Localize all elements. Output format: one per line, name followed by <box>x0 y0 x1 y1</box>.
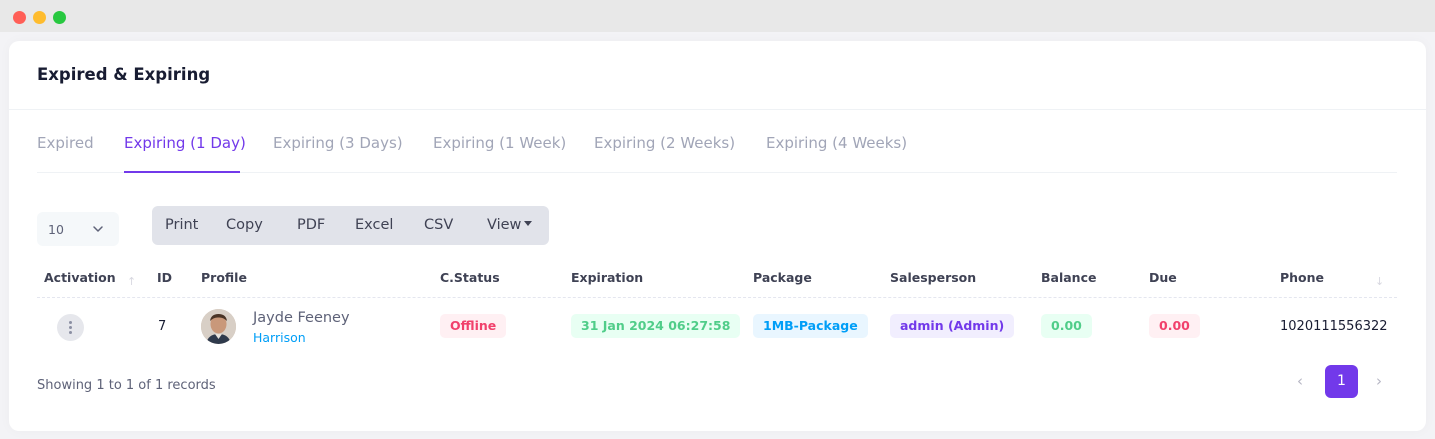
due-badge: 0.00 <box>1149 314 1200 338</box>
avatar <box>201 309 236 344</box>
page-1-button[interactable]: 1 <box>1325 365 1358 398</box>
phone-number: 1020111556322 <box>1280 319 1388 334</box>
table-header-divider <box>37 297 1397 298</box>
profile-location-link[interactable]: Harrison <box>253 330 306 345</box>
status-badge: Offline <box>440 314 507 338</box>
package-badge: 1MB-Package <box>753 314 868 338</box>
activation-menu-icon[interactable] <box>57 314 84 341</box>
copy-button[interactable]: Copy <box>226 217 263 233</box>
window-titlebar <box>0 0 1435 32</box>
chevron-left-icon[interactable]: ‹ <box>1297 372 1303 390</box>
tab-expiring-1-week[interactable]: Expiring (1 Week) <box>433 134 566 152</box>
expiration-badge: 31 Jan 2024 06:27:58 <box>571 314 741 338</box>
column-header-balance[interactable]: Balance <box>1041 270 1096 285</box>
column-header-phone[interactable]: Phone <box>1280 270 1324 285</box>
tab-expiring-1-day[interactable]: Expiring (1 Day) <box>124 134 246 152</box>
chevron-right-icon[interactable]: › <box>1376 372 1382 390</box>
print-button[interactable]: Print <box>165 217 198 233</box>
profile-name[interactable]: Jayde Feeney <box>253 310 350 326</box>
excel-button[interactable]: Excel <box>355 217 393 233</box>
active-tab-indicator <box>124 171 240 173</box>
view-dropdown-button[interactable]: View <box>487 217 533 233</box>
column-header-profile[interactable]: Profile <box>201 270 247 285</box>
row-id: 7 <box>158 319 167 334</box>
minimize-window-icon[interactable] <box>33 11 46 24</box>
tab-expiring-3-days[interactable]: Expiring (3 Days) <box>273 134 403 152</box>
column-header-status[interactable]: C.Status <box>440 270 500 285</box>
sort-up-icon[interactable]: ↑ <box>127 275 136 288</box>
tab-expiring-2-weeks[interactable]: Expiring (2 Weeks) <box>594 134 735 152</box>
balance-badge: 0.00 <box>1041 314 1092 338</box>
export-toolbar: Print Copy PDF Excel CSV View <box>152 206 549 245</box>
page-viewport: Expired & Expiring Expired Expiring (1 D… <box>0 32 1435 439</box>
zoom-window-icon[interactable] <box>53 11 66 24</box>
card-header: Expired & Expiring <box>9 41 1426 110</box>
tab-expired[interactable]: Expired <box>37 134 94 152</box>
tabs: Expired Expiring (1 Day) Expiring (3 Day… <box>37 111 1397 173</box>
page-length-select[interactable]: 10 <box>37 212 119 246</box>
view-label: View <box>487 217 522 233</box>
page-length-value: 10 <box>48 222 64 237</box>
card-title: Expired & Expiring <box>37 65 211 84</box>
column-header-salesperson[interactable]: Salesperson <box>890 270 976 285</box>
column-header-expiration[interactable]: Expiration <box>571 270 643 285</box>
chevron-down-icon <box>93 226 103 232</box>
column-header-package[interactable]: Package <box>753 270 812 285</box>
caret-down-icon <box>524 220 533 226</box>
column-header-due[interactable]: Due <box>1149 270 1177 285</box>
sort-down-icon[interactable]: ↓ <box>1375 275 1384 288</box>
pdf-button[interactable]: PDF <box>297 217 325 233</box>
tab-expiring-4-weeks[interactable]: Expiring (4 Weeks) <box>766 134 907 152</box>
column-header-activation[interactable]: Activation <box>44 270 116 285</box>
csv-button[interactable]: CSV <box>424 217 453 233</box>
close-window-icon[interactable] <box>13 11 26 24</box>
column-header-id[interactable]: ID <box>157 270 172 285</box>
salesperson-badge: admin (Admin) <box>890 314 1015 338</box>
expired-expiring-card: Expired & Expiring Expired Expiring (1 D… <box>9 41 1426 431</box>
records-info: Showing 1 to 1 of 1 records <box>37 378 216 393</box>
